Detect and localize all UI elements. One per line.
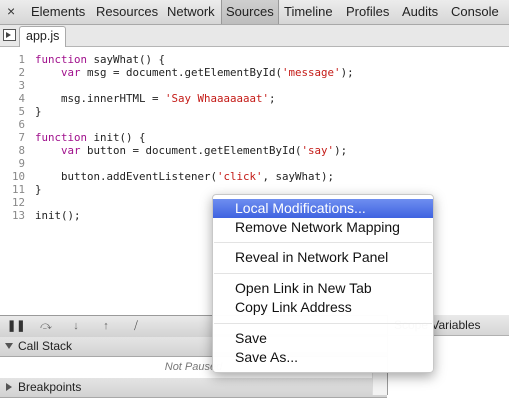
- code-line[interactable]: 6: [0, 118, 509, 131]
- tab-resources[interactable]: Resources: [92, 0, 162, 24]
- breakpoints-header[interactable]: Breakpoints: [0, 378, 387, 398]
- line-number[interactable]: 4: [0, 92, 25, 105]
- step-out-icon[interactable]: ↑: [98, 319, 114, 333]
- code-text: }: [35, 183, 42, 196]
- deactivate-breakpoints-icon[interactable]: ⧸: [128, 319, 144, 333]
- code-text: button.addEventListener('click', sayWhat…: [35, 170, 335, 183]
- show-navigator-icon[interactable]: [3, 29, 16, 41]
- code-line[interactable]: 9: [0, 157, 509, 170]
- code-text: msg.innerHTML = 'Say Whaaaaaaat';: [35, 92, 276, 105]
- code-line[interactable]: 1 function sayWhat() {: [0, 53, 509, 66]
- code-line[interactable]: 3: [0, 79, 509, 92]
- line-number[interactable]: 2: [0, 66, 25, 79]
- code-text: function init() {: [35, 131, 146, 144]
- line-number[interactable]: 13: [0, 209, 25, 222]
- line-number[interactable]: 12: [0, 196, 25, 209]
- tab-sources[interactable]: Sources: [221, 0, 279, 24]
- call-stack-label: Call Stack: [18, 339, 73, 353]
- tab-profiles[interactable]: Profiles: [342, 0, 393, 24]
- menu-item-save-as[interactable]: Save As...: [213, 348, 433, 367]
- code-line[interactable]: 2 var msg = document.getElementById('mes…: [0, 66, 509, 79]
- menu-item-remove-network-mapping[interactable]: Remove Network Mapping: [213, 218, 433, 237]
- line-number[interactable]: 8: [0, 144, 25, 157]
- file-tab-app-js[interactable]: app.js: [19, 26, 67, 47]
- menu-item-open-link-new-tab[interactable]: Open Link in New Tab: [213, 279, 433, 298]
- line-number[interactable]: 9: [0, 157, 25, 170]
- collapsed-triangle-icon: [6, 383, 12, 391]
- code-line[interactable]: 5}: [0, 105, 509, 118]
- pause-icon[interactable]: ❚❚: [7, 319, 25, 333]
- code-line[interactable]: 4 msg.innerHTML = 'Say Whaaaaaaat';: [0, 92, 509, 105]
- menu-separator: [214, 242, 432, 243]
- line-number[interactable]: 10: [0, 170, 25, 183]
- close-icon[interactable]: ×: [7, 3, 15, 19]
- line-number[interactable]: 11: [0, 183, 25, 196]
- breakpoints-label: Breakpoints: [18, 380, 82, 394]
- code-text: function sayWhat() {: [35, 53, 166, 66]
- tab-audits[interactable]: Audits: [398, 0, 442, 24]
- menu-item-local-modifications[interactable]: Local Modifications...: [213, 199, 433, 218]
- code-text: init();: [35, 209, 81, 222]
- tab-network[interactable]: Network: [163, 0, 219, 24]
- line-number[interactable]: 1: [0, 53, 25, 66]
- code-text: }: [35, 105, 42, 118]
- code-text: var msg = document.getElementById('messa…: [61, 66, 354, 79]
- context-menu: Local Modifications... Remove Network Ma…: [212, 194, 434, 373]
- menu-separator: [214, 323, 432, 324]
- menu-item-save[interactable]: Save: [213, 329, 433, 348]
- line-number[interactable]: 5: [0, 105, 25, 118]
- tab-timeline[interactable]: Timeline: [280, 0, 337, 24]
- devtools-toolbar: × Elements Resources Network Sources Tim…: [0, 0, 509, 25]
- line-number[interactable]: 6: [0, 118, 25, 131]
- line-number[interactable]: 7: [0, 131, 25, 144]
- code-line[interactable]: 8 var button = document.getElementById('…: [0, 144, 509, 157]
- code-text: var button = document.getElementById('sa…: [61, 144, 348, 157]
- expanded-triangle-icon: [5, 343, 13, 349]
- tab-console[interactable]: Console: [447, 0, 503, 24]
- menu-item-reveal-in-network-panel[interactable]: Reveal in Network Panel: [213, 248, 433, 267]
- step-over-icon[interactable]: ⤼: [38, 319, 54, 333]
- tab-elements[interactable]: Elements: [27, 0, 89, 24]
- line-number[interactable]: 3: [0, 79, 25, 92]
- code-line[interactable]: 10 button.addEventListener('click', sayW…: [0, 170, 509, 183]
- step-into-icon[interactable]: ↓: [68, 319, 84, 333]
- menu-item-copy-link-address[interactable]: Copy Link Address: [213, 298, 433, 317]
- code-line[interactable]: 7 function init() {: [0, 131, 509, 144]
- menu-separator: [214, 273, 432, 274]
- file-tab-bar: app.js: [0, 25, 509, 47]
